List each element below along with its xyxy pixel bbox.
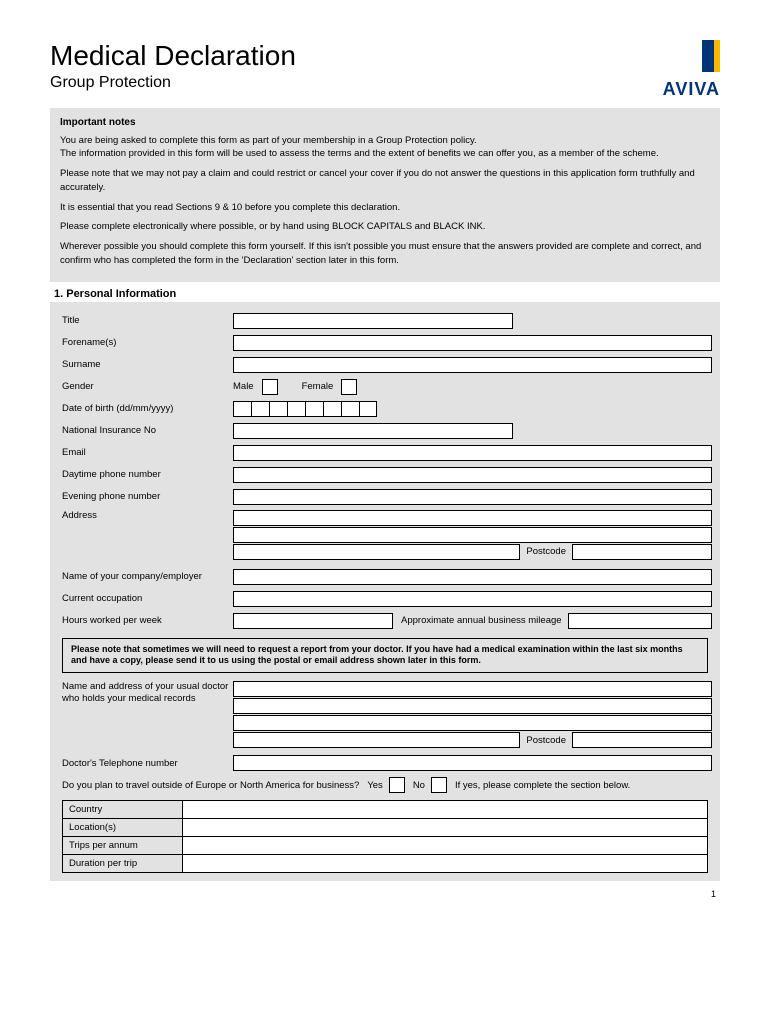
doc-title: Medical Declaration: [50, 40, 296, 72]
travel-ifyes: If yes, please complete the section belo…: [455, 780, 630, 791]
logo-text: AVIVA: [663, 79, 720, 100]
title-input[interactable]: [233, 313, 513, 329]
hours-input[interactable]: [233, 613, 393, 629]
country-input[interactable]: [183, 801, 707, 818]
travel-no-checkbox[interactable]: [431, 777, 447, 793]
surname-input[interactable]: [233, 357, 712, 373]
dayphone-input[interactable]: [233, 467, 712, 483]
important-notes: Important notes You are being asked to c…: [50, 108, 720, 282]
ni-input[interactable]: [233, 423, 513, 439]
travel-table: Country Location(s) Trips per annum Dura…: [62, 800, 708, 873]
company-input[interactable]: [233, 569, 712, 585]
company-label: Name of your company/employer: [58, 571, 233, 582]
forenames-label: Forename(s): [58, 337, 233, 348]
title-label: Title: [58, 315, 233, 326]
email-label: Email: [58, 447, 233, 458]
dayphone-label: Daytime phone number: [58, 469, 233, 480]
occupation-label: Current occupation: [58, 593, 233, 604]
trips-input[interactable]: [183, 837, 707, 854]
doctor-addr-label: Name and address of your usual doctor wh…: [58, 681, 233, 706]
address-line2[interactable]: [233, 527, 712, 543]
occupation-input[interactable]: [233, 591, 712, 607]
surname-label: Surname: [58, 359, 233, 370]
mileage-input[interactable]: [568, 613, 712, 629]
locations-input[interactable]: [183, 819, 707, 836]
travel-question: Do you plan to travel outside of Europe …: [58, 780, 359, 791]
doctor-phone-label: Doctor's Telephone number: [58, 758, 233, 769]
address-line3[interactable]: [233, 544, 520, 560]
doctor-phone-input[interactable]: [233, 755, 712, 771]
forenames-input[interactable]: [233, 335, 712, 351]
evephone-label: Evening phone number: [58, 491, 233, 502]
page-header: Medical Declaration Group Protection AVI…: [50, 40, 720, 100]
email-input[interactable]: [233, 445, 712, 461]
postcode-input[interactable]: [572, 544, 712, 560]
logo-icon: [702, 40, 720, 72]
hours-label: Hours worked per week: [58, 615, 233, 626]
ni-label: National Insurance No: [58, 425, 233, 436]
address-label: Address: [58, 510, 233, 521]
female-checkbox[interactable]: [341, 379, 357, 395]
doctor-postcode-input[interactable]: [572, 732, 712, 748]
personal-info-form: Title Forename(s) Surname Gender Male Fe…: [50, 302, 720, 881]
section-1-title: 1. Personal Information: [54, 288, 720, 300]
gender-label: Gender: [58, 381, 233, 392]
doctor-note: Please note that sometimes we will need …: [62, 638, 708, 673]
notes-heading: Important notes: [60, 116, 710, 131]
page-number: 1: [50, 889, 720, 899]
address-line1[interactable]: [233, 510, 712, 526]
aviva-logo: AVIVA: [663, 40, 720, 100]
duration-input[interactable]: [183, 855, 707, 872]
doctor-line4[interactable]: [233, 732, 520, 748]
doctor-line3[interactable]: [233, 715, 712, 731]
doctor-line2[interactable]: [233, 698, 712, 714]
doctor-line1[interactable]: [233, 681, 712, 697]
evephone-input[interactable]: [233, 489, 712, 505]
travel-yes-checkbox[interactable]: [389, 777, 405, 793]
doc-subtitle: Group Protection: [50, 74, 296, 92]
dob-label: Date of birth (dd/mm/yyyy): [58, 403, 233, 414]
male-checkbox[interactable]: [262, 379, 278, 395]
dob-input[interactable]: [233, 401, 377, 417]
